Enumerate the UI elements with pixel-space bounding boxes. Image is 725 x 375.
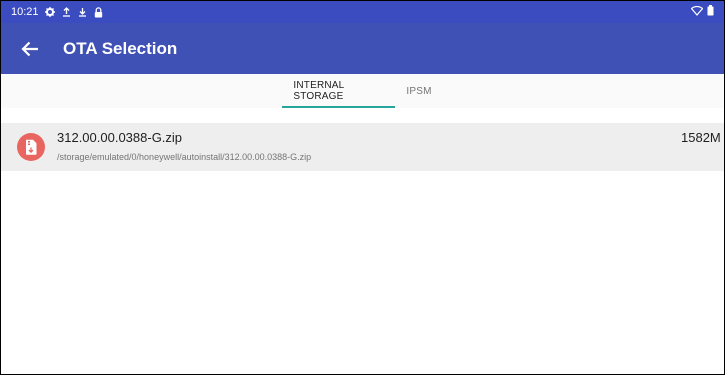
file-name: 312.00.00.0388-G.zip [57, 130, 183, 145]
zip-file-icon [17, 133, 45, 161]
file-size: 1582M [681, 130, 721, 145]
tab-ipsm[interactable]: IPSM [395, 74, 442, 108]
status-right-icons [690, 5, 714, 19]
file-list: 312.00.00.0388-G.zip /storage/emulated/0… [1, 123, 724, 171]
tab-label: INTERNAL STORAGE [293, 80, 345, 102]
gear-icon [45, 7, 56, 18]
upload-icon [61, 7, 72, 18]
lock-icon [93, 6, 104, 18]
screen: 10:21 OTA Selection INTERNAL STORAGE IPS… [0, 0, 725, 375]
page-title: OTA Selection [63, 38, 178, 58]
status-bar: 10:21 [1, 1, 724, 23]
battery-icon [707, 5, 714, 19]
status-time: 10:21 [11, 6, 39, 18]
arrow-back-icon[interactable] [19, 38, 41, 60]
storage-tabs: INTERNAL STORAGE IPSM [1, 74, 724, 108]
download-icon [77, 7, 88, 18]
file-path: /storage/emulated/0/honeywell/autoinstal… [57, 152, 312, 162]
app-bar: OTA Selection [1, 23, 724, 74]
wifi-icon [690, 5, 704, 19]
tab-internal-storage[interactable]: INTERNAL STORAGE [282, 74, 396, 108]
tab-label: IPSM [406, 85, 432, 97]
list-item[interactable]: 312.00.00.0388-G.zip /storage/emulated/0… [1, 123, 724, 171]
